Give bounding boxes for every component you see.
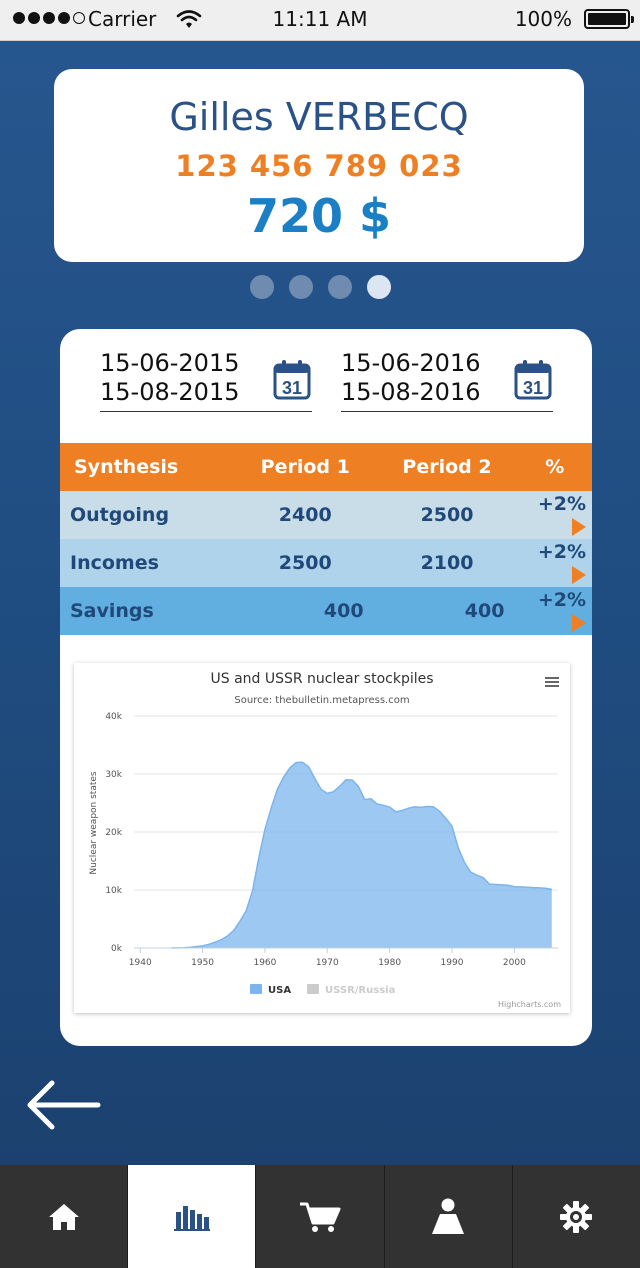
stockpile-chart: US and USSR nuclear stockpiles Source: t… — [74, 663, 570, 1013]
x-tick-label: 1950 — [191, 958, 214, 968]
pager-dot[interactable] — [327, 275, 352, 299]
pager-dot[interactable] — [249, 275, 274, 299]
home-icon — [48, 1203, 79, 1230]
header-percent: % — [522, 443, 592, 491]
account-holder-name: Gilles VERBECQ — [169, 95, 469, 139]
card-pager[interactable] — [0, 275, 640, 299]
x-tick-label: 1980 — [378, 958, 401, 968]
row-percent: +2% — [537, 493, 586, 515]
table-row[interactable]: Savings 400 400 +2% — [60, 587, 592, 635]
row-label: Outgoing — [60, 491, 239, 539]
pager-dot-active[interactable] — [366, 275, 391, 299]
row-label: Incomes — [60, 539, 239, 587]
table-row[interactable]: Outgoing 2400 2500 +2% — [60, 491, 592, 539]
x-tick-label: 1970 — [316, 958, 339, 968]
y-tick-label: 20k — [105, 828, 122, 838]
bar-chart-icon — [173, 1205, 210, 1231]
x-tick-label: 2000 — [503, 958, 526, 968]
table-header-row: Synthesis Period 1 Period 2 % — [60, 443, 592, 491]
battery-percent: 100% — [514, 7, 572, 31]
row-percent: +2% — [537, 589, 586, 611]
table-row[interactable]: Incomes 2500 2100 +2% — [60, 539, 592, 587]
legend-usa[interactable]: USA — [268, 985, 291, 996]
y-tick-label: 10k — [105, 886, 122, 896]
bottom-tab-bar — [0, 1165, 640, 1268]
tab-settings[interactable] — [511, 1165, 640, 1268]
pager-dot[interactable] — [288, 275, 313, 299]
x-tick-label: 1960 — [253, 958, 276, 968]
calendar-icon[interactable]: 31 — [514, 360, 552, 400]
y-axis-label: Nuclear weapon states — [89, 771, 99, 874]
calendar-day: 31 — [523, 378, 543, 398]
play-arrow-icon[interactable] — [572, 613, 586, 632]
row-period-2-value: 400 — [371, 587, 523, 635]
chart-menu-icon[interactable] — [545, 677, 559, 687]
tab-profile[interactable] — [383, 1165, 512, 1268]
row-period-1-value: 2400 — [238, 491, 372, 539]
cart-icon — [300, 1202, 341, 1232]
y-tick-label: 0k — [111, 944, 123, 954]
legend-ussr[interactable]: USSR/Russia — [325, 985, 395, 996]
x-tick-label: 1990 — [441, 958, 464, 968]
chart-credits[interactable]: Highcharts.com — [498, 1000, 561, 1009]
account-card[interactable]: Gilles VERBECQ 123 456 789 023 720 $ — [54, 69, 584, 262]
row-percent-cell: +2% — [522, 491, 592, 539]
chart-subtitle: Source: thebulletin.metapress.com — [234, 695, 409, 706]
row-period-2-value: 2100 — [371, 539, 523, 587]
battery-icon — [584, 9, 634, 29]
tab-cart[interactable] — [255, 1165, 383, 1268]
chart-svg: US and USSR nuclear stockpiles Source: t… — [89, 671, 561, 1009]
row-percent-cell: +2% — [522, 587, 592, 635]
legend-usa-swatch[interactable] — [250, 984, 262, 994]
series-area-usa — [171, 762, 552, 948]
comparison-panel: 15-06-2015 15-08-2015 31 15-06-2016 15-0… — [60, 329, 592, 1046]
row-percent-cell: +2% — [522, 539, 592, 587]
synthesis-table: Synthesis Period 1 Period 2 % Outgoing 2… — [60, 443, 592, 635]
account-number: 123 456 789 023 — [175, 149, 463, 183]
status-bar: Carrier 11:11 AM 100% — [0, 0, 640, 41]
back-arrow-icon[interactable] — [22, 1077, 102, 1133]
x-tick-label: 1940 — [129, 958, 152, 968]
play-arrow-icon[interactable] — [572, 517, 586, 536]
tab-home[interactable] — [0, 1165, 127, 1268]
chart-legend[interactable]: USA USSR/Russia — [250, 984, 395, 996]
header-period-1: Period 1 — [238, 443, 372, 491]
y-tick-label: 30k — [105, 770, 122, 780]
calendar-day: 31 — [282, 378, 302, 398]
person-icon — [432, 1198, 465, 1234]
tab-stats[interactable] — [127, 1165, 256, 1268]
y-tick-label: 40k — [105, 712, 122, 722]
gear-icon — [560, 1200, 593, 1233]
legend-ussr-swatch[interactable] — [307, 984, 319, 994]
header-period-2: Period 2 — [371, 443, 523, 491]
row-label: Savings — [60, 587, 239, 635]
row-period-2-value: 2500 — [371, 491, 523, 539]
play-arrow-icon[interactable] — [572, 565, 586, 584]
row-percent: +2% — [537, 541, 586, 563]
row-period-1-value: 400 — [238, 587, 372, 635]
row-period-1-value: 2500 — [238, 539, 372, 587]
header-synthesis: Synthesis — [60, 443, 239, 491]
account-balance: 720 $ — [246, 189, 392, 243]
chart-title: US and USSR nuclear stockpiles — [210, 671, 433, 687]
calendar-icon[interactable]: 31 — [273, 360, 311, 400]
